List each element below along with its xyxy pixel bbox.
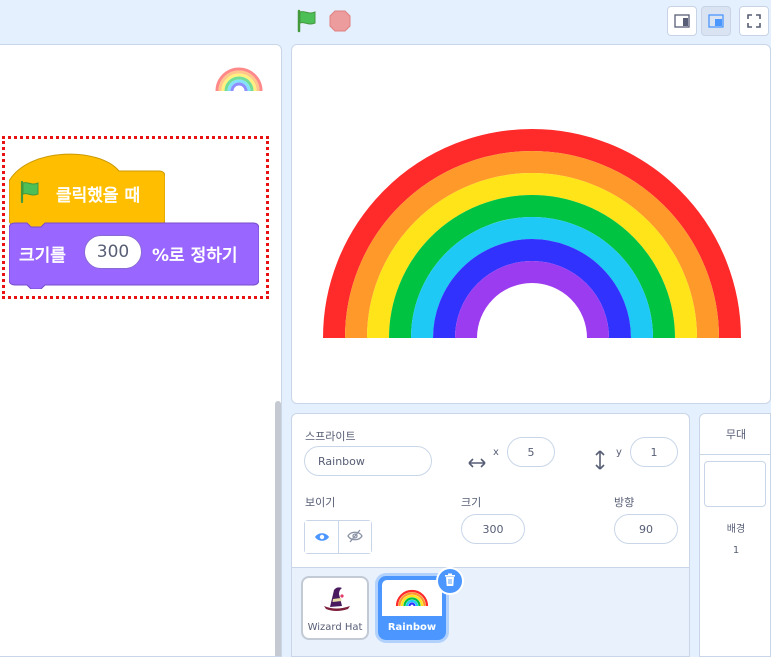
direction-input[interactable]: 90 (614, 514, 678, 544)
rainbow-sprite (323, 129, 741, 339)
green-flag-icon[interactable] (294, 8, 320, 34)
top-bar (0, 0, 771, 44)
size-label: 크기 (461, 496, 482, 509)
rainbow-icon (395, 587, 429, 611)
set-size-label-suffix: %로 정하기 (152, 246, 238, 266)
wizard-hat-icon (320, 584, 352, 616)
size-input[interactable]: 300 (461, 514, 525, 544)
sprite-name-input[interactable]: Rainbow (304, 446, 432, 476)
backdrop-count: 1 (732, 545, 740, 556)
y-arrow-icon (594, 450, 606, 474)
rainbow-thumbnail-icon (214, 65, 264, 93)
delete-sprite-button[interactable] (436, 567, 464, 595)
eye-icon (314, 528, 330, 547)
trash-icon (444, 572, 456, 591)
fullscreen-icon[interactable] (739, 6, 769, 36)
show-label: 보이기 (305, 496, 336, 509)
direction-label: 방향 (614, 496, 635, 509)
set-size-label-prefix: 크기를 (19, 246, 66, 266)
hat-block-label: 클릭했을 때 (56, 186, 141, 206)
stage-thumbnail[interactable] (704, 461, 766, 507)
stage[interactable] (291, 44, 771, 404)
visibility-toggle (304, 520, 372, 554)
sprite-tile-name: Wizard Hat (307, 622, 363, 633)
y-input[interactable]: 1 (630, 437, 678, 467)
y-label: y (616, 447, 622, 458)
green-flag-block-icon (18, 180, 42, 208)
sprite-list: Wizard Hat Rainbow (292, 567, 689, 656)
sprite-tile-wizard-hat[interactable]: Wizard Hat (301, 576, 369, 640)
stage-panel: 무대 배경 1 (699, 413, 771, 657)
show-button[interactable] (305, 521, 340, 553)
eye-slash-icon (347, 528, 363, 547)
code-scrollbar[interactable] (275, 401, 281, 656)
x-input[interactable]: 5 (507, 437, 555, 467)
hide-button[interactable] (339, 521, 371, 553)
x-label: x (493, 447, 499, 458)
sprite-info-panel: 스프라이트 Rainbow x 5 y 1 보이기 크기 300 방향 90 W… (291, 413, 690, 657)
backdrop-label: 배경 (726, 524, 746, 535)
small-stage-icon[interactable] (667, 6, 697, 36)
normal-stage-icon[interactable] (701, 6, 731, 36)
stage-title: 무대 (700, 414, 771, 455)
code-area[interactable]: 클릭했을 때 크기를 300 %로 정하기 (0, 44, 282, 657)
sprite-tile-name: Rainbow (387, 622, 437, 633)
stop-icon[interactable] (328, 9, 352, 33)
sprite-label: 스프라이트 (305, 430, 356, 443)
size-value-input[interactable]: 300 (84, 235, 142, 269)
x-arrow-icon (468, 454, 486, 473)
